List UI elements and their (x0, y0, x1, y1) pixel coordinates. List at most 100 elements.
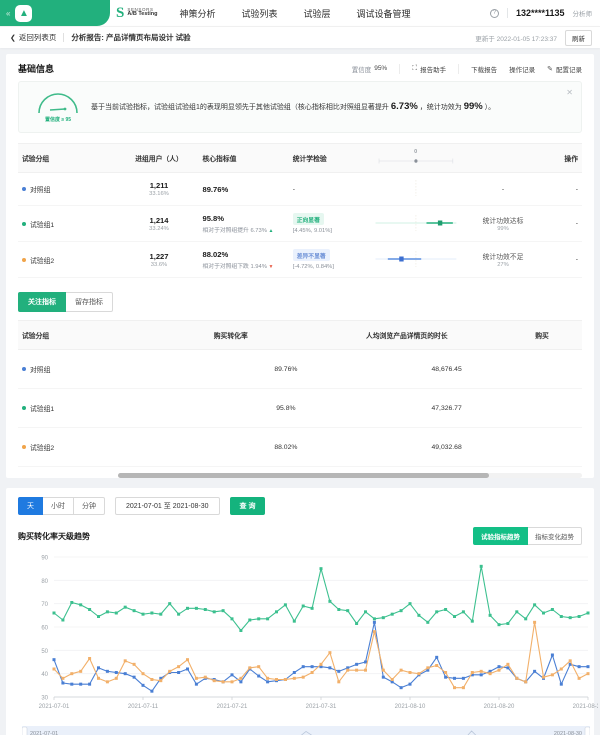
chart-svg: 304050607080902021-07-012021-07-112021-0… (14, 549, 598, 724)
cell-purchase (531, 428, 582, 467)
brand-logo-block[interactable]: « ▲ (0, 0, 110, 26)
nav-right: ? 132****1135 分析师 (490, 0, 592, 26)
cell-conversion: 95.8% (210, 389, 362, 428)
download-report-button[interactable]: 下载报告 (471, 64, 497, 74)
cell-group: 试验组1 (18, 389, 210, 428)
insight-suffix: ）。 (485, 104, 496, 111)
robot-icon: ⛶ (412, 65, 417, 73)
users-count: 1,227 (124, 252, 195, 261)
nav-item-experiment-layer[interactable]: 试验层 (304, 7, 331, 20)
group-color-dot (22, 406, 26, 410)
back-to-list-button[interactable]: ❮ 返回列表页 (10, 32, 56, 43)
breadcrumb-right: 更新于 2022-01-05 17:23:37 刷新 (475, 30, 592, 46)
tab-retention-metrics[interactable]: 留存指标 (66, 292, 113, 312)
svg-text:2021-08-20: 2021-08-20 (484, 704, 515, 710)
tab-focus-metrics[interactable]: 关注指标 (18, 292, 66, 312)
cell-action[interactable]: - (542, 173, 582, 206)
col-action: 操作 (542, 144, 582, 173)
svg-text:60: 60 (41, 626, 48, 632)
table-row: 对照组 89.76% 48,676.45 (18, 350, 582, 389)
cell-power: - (464, 173, 543, 206)
insight-text: 基于当前试验指标，试验组试验组1的表现明显领先于其他试验组（核心指标相比对照组显… (87, 98, 495, 116)
trend-down-icon: ▼ (269, 264, 274, 270)
col-users: 进组用户（人） (120, 144, 199, 173)
svg-text:50: 50 (41, 649, 48, 655)
nav-items: 神策分析 试验列表 试验层 调试设备管理 (180, 7, 411, 20)
query-button[interactable]: 查 询 (230, 497, 266, 515)
filter-bar: 天 小时 分钟 2021-07-01 至 2021-08-30 查 询 (6, 488, 594, 523)
minimap-svg[interactable]: 2021-07-012021-08-30 (22, 726, 590, 735)
granularity-hour[interactable]: 小时 (43, 497, 74, 515)
svg-text:2021-08-30: 2021-08-30 (573, 704, 598, 710)
table-row: 试验组1 95.8% 47,326.77 (18, 389, 582, 428)
help-icon[interactable]: ? (490, 9, 499, 18)
power-value: 99% (468, 226, 539, 232)
statistics-table-body: 对照组 1,211 33.16% 89.76% - (18, 173, 582, 278)
cell-conversion: 88.02% (210, 428, 362, 467)
cell-action[interactable]: - (542, 242, 582, 278)
cell-action[interactable]: - (542, 206, 582, 242)
sensors-s-icon: S (116, 5, 124, 22)
group-name: 试验组2 (30, 442, 54, 452)
chart-minimap[interactable]: 2021-07-012021-08-30 (22, 726, 578, 735)
scrollbar-thumb[interactable] (118, 473, 489, 478)
svg-text:2021-08-10: 2021-08-10 (395, 704, 426, 710)
basic-info-card: 基础信息 置信度 95% ⛶ 报告助手 下载报告 操作记录 (6, 54, 594, 478)
nav-item-analysis[interactable]: 神策分析 (180, 7, 216, 20)
metric-value: 95.8% (202, 214, 284, 223)
nav-item-experiment-list[interactable]: 试验列表 (242, 7, 278, 20)
group-name: 对照组 (30, 364, 50, 374)
doc-edit-icon: ✎ (547, 65, 553, 73)
svg-text:70: 70 (41, 602, 48, 608)
forest-zero-label: 0 (414, 149, 417, 155)
cell-group: 试验组1 (18, 206, 120, 242)
toggle-metric-trend[interactable]: 试验指标趋势 (473, 527, 528, 545)
close-icon[interactable]: ✕ (566, 88, 573, 97)
granularity-day[interactable]: 天 (18, 497, 43, 515)
operation-log-button[interactable]: 操作记录 (509, 64, 535, 74)
statistics-table-head: 试验分组 进组用户（人） 核心指标值 统计学检验 0 (18, 144, 582, 173)
group-color-dot (22, 367, 26, 371)
scrollbar-track[interactable] (118, 473, 582, 478)
logo-icon: ▲ (15, 5, 32, 22)
nav-item-device-debug[interactable]: 调试设备管理 (357, 7, 411, 20)
report-assistant-button[interactable]: ⛶ 报告助手 (412, 64, 446, 74)
granularity-minute[interactable]: 分钟 (74, 497, 105, 515)
account-phone[interactable]: 132****1135 (516, 8, 565, 18)
group-name: 试验组2 (30, 255, 54, 265)
svg-text:2021-08-30: 2021-08-30 (554, 731, 582, 735)
cell-power: 统计功效达标 99% (464, 206, 543, 242)
insight-lift: 6.73% (391, 101, 418, 112)
group-color-dot (22, 258, 26, 262)
confidence-value: 95% (374, 65, 387, 72)
table-header-row: 试验分组 进组用户（人） 核心指标值 统计学检验 0 (18, 144, 582, 173)
statistics-table: 试验分组 进组用户（人） 核心指标值 统计学检验 0 (18, 143, 582, 278)
cell-metric: 95.8% 相对于对照组提升 6.73% ▲ (198, 206, 288, 242)
breadcrumb-bar: ❮ 返回列表页 分析报告: 产品详情页布局设计 试验 更新于 2022-01-0… (0, 26, 600, 48)
col-duration: 人均浏览产品详情页的时长 (362, 321, 531, 350)
confidence-interval: [-4.72%, 0.84%] (293, 264, 364, 270)
collapse-icon[interactable]: « (6, 9, 9, 18)
table-row: 试验组2 1,227 33.6% 88.02% 相对于对照组下跌 1.94% ▼ (18, 242, 582, 278)
svg-text:30: 30 (41, 696, 48, 702)
group-color-dot (22, 222, 26, 226)
cell-forest (368, 173, 464, 206)
back-label: 返回列表页 (19, 32, 57, 43)
chart-header: 购买转化率天级趋势 试验指标趋势 指标变化趋势 (6, 523, 594, 545)
users-count: 1,211 (124, 181, 195, 190)
cell-forest (368, 206, 464, 242)
metric-table-scroll[interactable] (18, 473, 582, 478)
metric-delta: 相对于对照组提升 6.73% ▲ (202, 225, 284, 234)
col-forest-axis: 0 (368, 144, 464, 173)
date-range-picker[interactable]: 2021-07-01 至 2021-08-30 (115, 497, 220, 515)
toggle-change-trend[interactable]: 指标变化趋势 (528, 527, 582, 545)
group-name: 试验组1 (30, 403, 54, 413)
config-log-button[interactable]: ✎ 配置记录 (547, 64, 582, 74)
users-pct: 33.24% (124, 226, 195, 232)
trend-chart-card: 天 小时 分钟 2021-07-01 至 2021-08-30 查 询 购买转化… (6, 488, 594, 735)
metric-delta: 相对于对照组下跌 1.94% ▼ (202, 261, 284, 270)
svg-text:2021-07-21: 2021-07-21 (217, 704, 248, 710)
metric-table-head: 试验分组 购买转化率 人均浏览产品详情页的时长 购买 (18, 321, 582, 350)
refresh-button[interactable]: 刷新 (565, 30, 592, 46)
basic-info-title: 基础信息 (18, 62, 54, 75)
